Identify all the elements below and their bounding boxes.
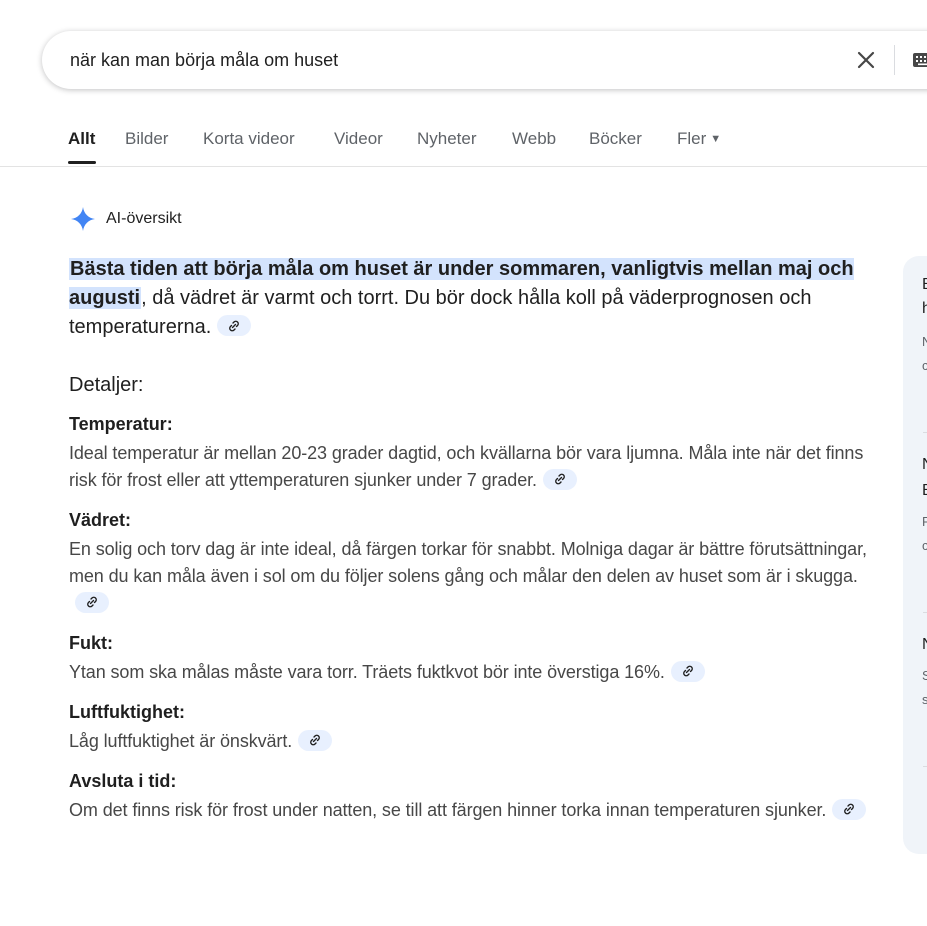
source-divider — [923, 612, 927, 613]
link-icon — [682, 665, 693, 677]
section-text: Låg luftfuktighet är önskvärt. — [69, 728, 869, 755]
lead-rest: , då vädret är varmt och torrt. Du bör d… — [69, 287, 812, 338]
source-snippet-fragment: S — [922, 668, 927, 683]
detail-section: Temperatur: Ideal temperatur är mellan 2… — [69, 412, 869, 494]
source-title-fragment: h — [922, 300, 927, 317]
section-title: Luftfuktighet: — [69, 702, 185, 722]
source-snippet-fragment: c — [922, 538, 927, 553]
search-divider — [894, 45, 895, 75]
ai-overview-lead: Bästa tiden att börja måla om huset är u… — [69, 255, 869, 342]
source-snippet-fragment: N — [922, 334, 927, 349]
keyboard-icon — [913, 53, 927, 67]
tab-videos[interactable]: Videor — [334, 129, 383, 149]
link-icon — [555, 473, 565, 485]
tab-more[interactable]: Fler ▼ — [677, 129, 721, 149]
link-icon — [844, 803, 855, 815]
ai-overview-body: Bästa tiden att börja måla om huset är u… — [69, 255, 869, 824]
source-link-chip[interactable] — [217, 315, 252, 337]
ai-overview-label: AI-översikt — [106, 210, 182, 227]
ai-overview-header: AI-översikt — [70, 206, 182, 232]
section-title: Fukt: — [69, 633, 113, 653]
source-title-fragment: N — [922, 636, 927, 654]
section-text: Ytan som ska målas måste vara torr. Träe… — [69, 659, 869, 686]
tab-all[interactable]: Allt — [68, 129, 95, 149]
section-title: Avsluta i tid: — [69, 771, 177, 791]
section-title: Vädret: — [69, 510, 132, 530]
active-tab-indicator — [68, 161, 96, 164]
section-title: Temperatur: — [69, 414, 173, 434]
section-text-body: Ideal temperatur är mellan 20-23 grader … — [69, 443, 864, 490]
link-icon — [87, 596, 97, 608]
source-snippet-fragment: F — [922, 514, 927, 529]
detail-section: Fukt: Ytan som ska målas måste vara torr… — [69, 631, 869, 686]
tab-more-label: Fler — [677, 129, 707, 148]
gemini-sparkle-icon — [71, 207, 95, 231]
source-link-chip[interactable] — [832, 798, 867, 820]
section-text: En solig och torv dag är inte ideal, då … — [69, 536, 869, 617]
source-link-chip[interactable] — [670, 660, 705, 682]
details-heading: Detaljer: — [69, 374, 144, 396]
source-snippet-fragment: s — [922, 692, 927, 707]
source-link-chip[interactable] — [542, 468, 577, 490]
tab-short-videos[interactable]: Korta videor — [203, 129, 295, 149]
section-text-body: Om det finns risk för frost under natten… — [69, 800, 827, 820]
tab-news[interactable]: Nyheter — [417, 129, 477, 149]
chevron-down-icon: ▼ — [710, 133, 722, 145]
keyboard-button[interactable] — [910, 49, 927, 71]
section-text-body: Ytan som ska målas måste vara torr. Träe… — [69, 662, 665, 682]
source-divider — [923, 432, 927, 433]
clear-search-button[interactable] — [850, 44, 882, 76]
tab-images[interactable]: Bilder — [125, 129, 168, 149]
detail-section: Avsluta i tid: Om det finns risk för fro… — [69, 769, 869, 824]
source-snippet-fragment: c — [922, 358, 927, 373]
source-link-chip[interactable] — [75, 591, 109, 613]
section-text: Om det finns risk för frost under natten… — [69, 797, 869, 824]
close-icon — [857, 51, 875, 69]
source-link-chip[interactable] — [298, 729, 333, 751]
section-text-body: Låg luftfuktighet är önskvärt. — [69, 731, 293, 751]
tab-web[interactable]: Webb — [512, 129, 556, 149]
search-input[interactable]: när kan man börja måla om huset — [70, 50, 338, 71]
tab-books[interactable]: Böcker — [589, 129, 642, 149]
source-title-fragment: B — [922, 482, 927, 500]
source-divider — [923, 766, 927, 767]
search-tabs: Allt Bilder Korta videor Videor Nyheter … — [0, 118, 927, 167]
source-title-fragment: N — [922, 456, 927, 474]
link-icon — [229, 320, 240, 332]
section-text-body: En solig och torv dag är inte ideal, då … — [69, 539, 867, 586]
source-title-fragment: B — [922, 276, 927, 294]
detail-section: Luftfuktighet: Låg luftfuktighet är önsk… — [69, 700, 869, 755]
search-box[interactable]: när kan man börja måla om huset — [42, 31, 927, 89]
detail-section: Vädret: En solig och torv dag är inte id… — [69, 508, 869, 617]
sources-panel[interactable]: B h N c N B F c N S s — [903, 256, 927, 854]
section-text: Ideal temperatur är mellan 20-23 grader … — [69, 440, 869, 494]
link-icon — [310, 734, 320, 746]
